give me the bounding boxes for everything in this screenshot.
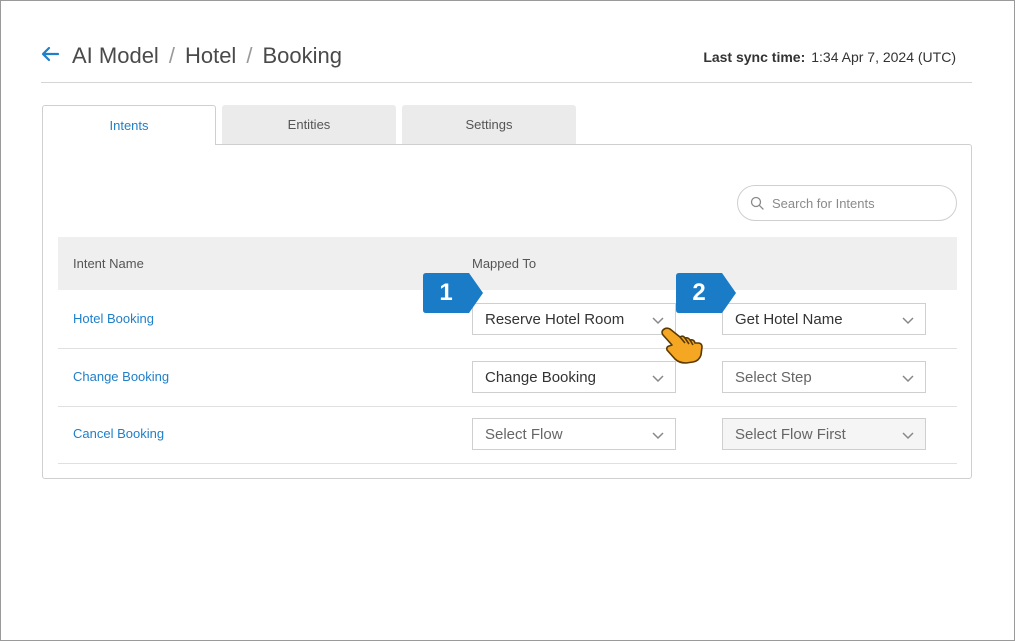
intent-name-link[interactable]: Hotel Booking [73, 311, 154, 326]
step-select[interactable]: Select Step [722, 361, 926, 393]
app-window: AI Model / Hotel / Booking Last sync tim… [0, 0, 1015, 641]
breadcrumb-item-ai-model[interactable]: AI Model [72, 43, 159, 69]
table-row: Cancel Booking Select Flow Select Flow F… [58, 406, 957, 464]
callout-number: 2 [692, 279, 706, 306]
step-select-value: Select Flow First [735, 425, 846, 443]
chevron-down-icon [902, 317, 914, 325]
search-icon [750, 196, 764, 210]
intent-name-link[interactable]: Cancel Booking [73, 426, 164, 441]
callout-number: 1 [439, 279, 453, 306]
flow-select-value: Change Booking [485, 368, 596, 386]
chevron-down-icon [652, 432, 664, 440]
chevron-down-icon [902, 432, 914, 440]
intent-name-link[interactable]: Change Booking [73, 369, 169, 384]
last-sync-info: Last sync time: 1:34 Apr 7, 2024 (UTC) [703, 49, 956, 65]
chevron-down-icon [652, 375, 664, 383]
tab-intents[interactable]: Intents [42, 105, 216, 145]
flow-select-value: Reserve Hotel Room [485, 310, 625, 328]
column-header-mapped-to: Mapped To [472, 256, 537, 271]
last-sync-label: Last sync time: [703, 49, 806, 65]
flow-select[interactable]: Change Booking [472, 361, 676, 393]
last-sync-value: 1:34 Apr 7, 2024 (UTC) [811, 49, 956, 65]
chevron-down-icon [652, 317, 664, 325]
step-select[interactable]: Select Flow First [722, 418, 926, 450]
table-row: Hotel Booking Reserve Hotel Room Get Hot… [58, 291, 957, 349]
flow-select[interactable]: Reserve Hotel Room [472, 303, 676, 335]
table-row: Change Booking Change Booking Select Ste… [58, 349, 957, 407]
flow-select[interactable]: Select Flow [472, 418, 676, 450]
breadcrumb-item-hotel[interactable]: Hotel [185, 43, 236, 69]
flow-select-value: Select Flow [485, 425, 563, 443]
pointing-hand-icon [661, 327, 703, 364]
breadcrumb-item-booking: Booking [262, 43, 342, 68]
back-arrow-icon[interactable] [40, 44, 60, 64]
breadcrumb-separator: / [168, 43, 175, 68]
chevron-down-icon [902, 375, 914, 383]
breadcrumb-separator: / [246, 43, 253, 68]
step-select[interactable]: Get Hotel Name [722, 303, 926, 335]
breadcrumb: AI Model / Hotel / Booking [72, 41, 342, 71]
table-header: Intent Name Mapped To [58, 237, 957, 290]
callout-badge-2: 2 [676, 273, 738, 313]
search-input[interactable] [770, 194, 944, 212]
tab-entities[interactable]: Entities [222, 105, 396, 144]
step-select-value: Select Step [735, 368, 812, 386]
callout-badge-1: 1 [423, 273, 485, 313]
header-divider [41, 82, 972, 83]
step-select-value: Get Hotel Name [735, 310, 843, 328]
column-header-intent-name: Intent Name [73, 256, 144, 271]
tab-settings[interactable]: Settings [402, 105, 576, 144]
search-box[interactable] [737, 185, 957, 221]
